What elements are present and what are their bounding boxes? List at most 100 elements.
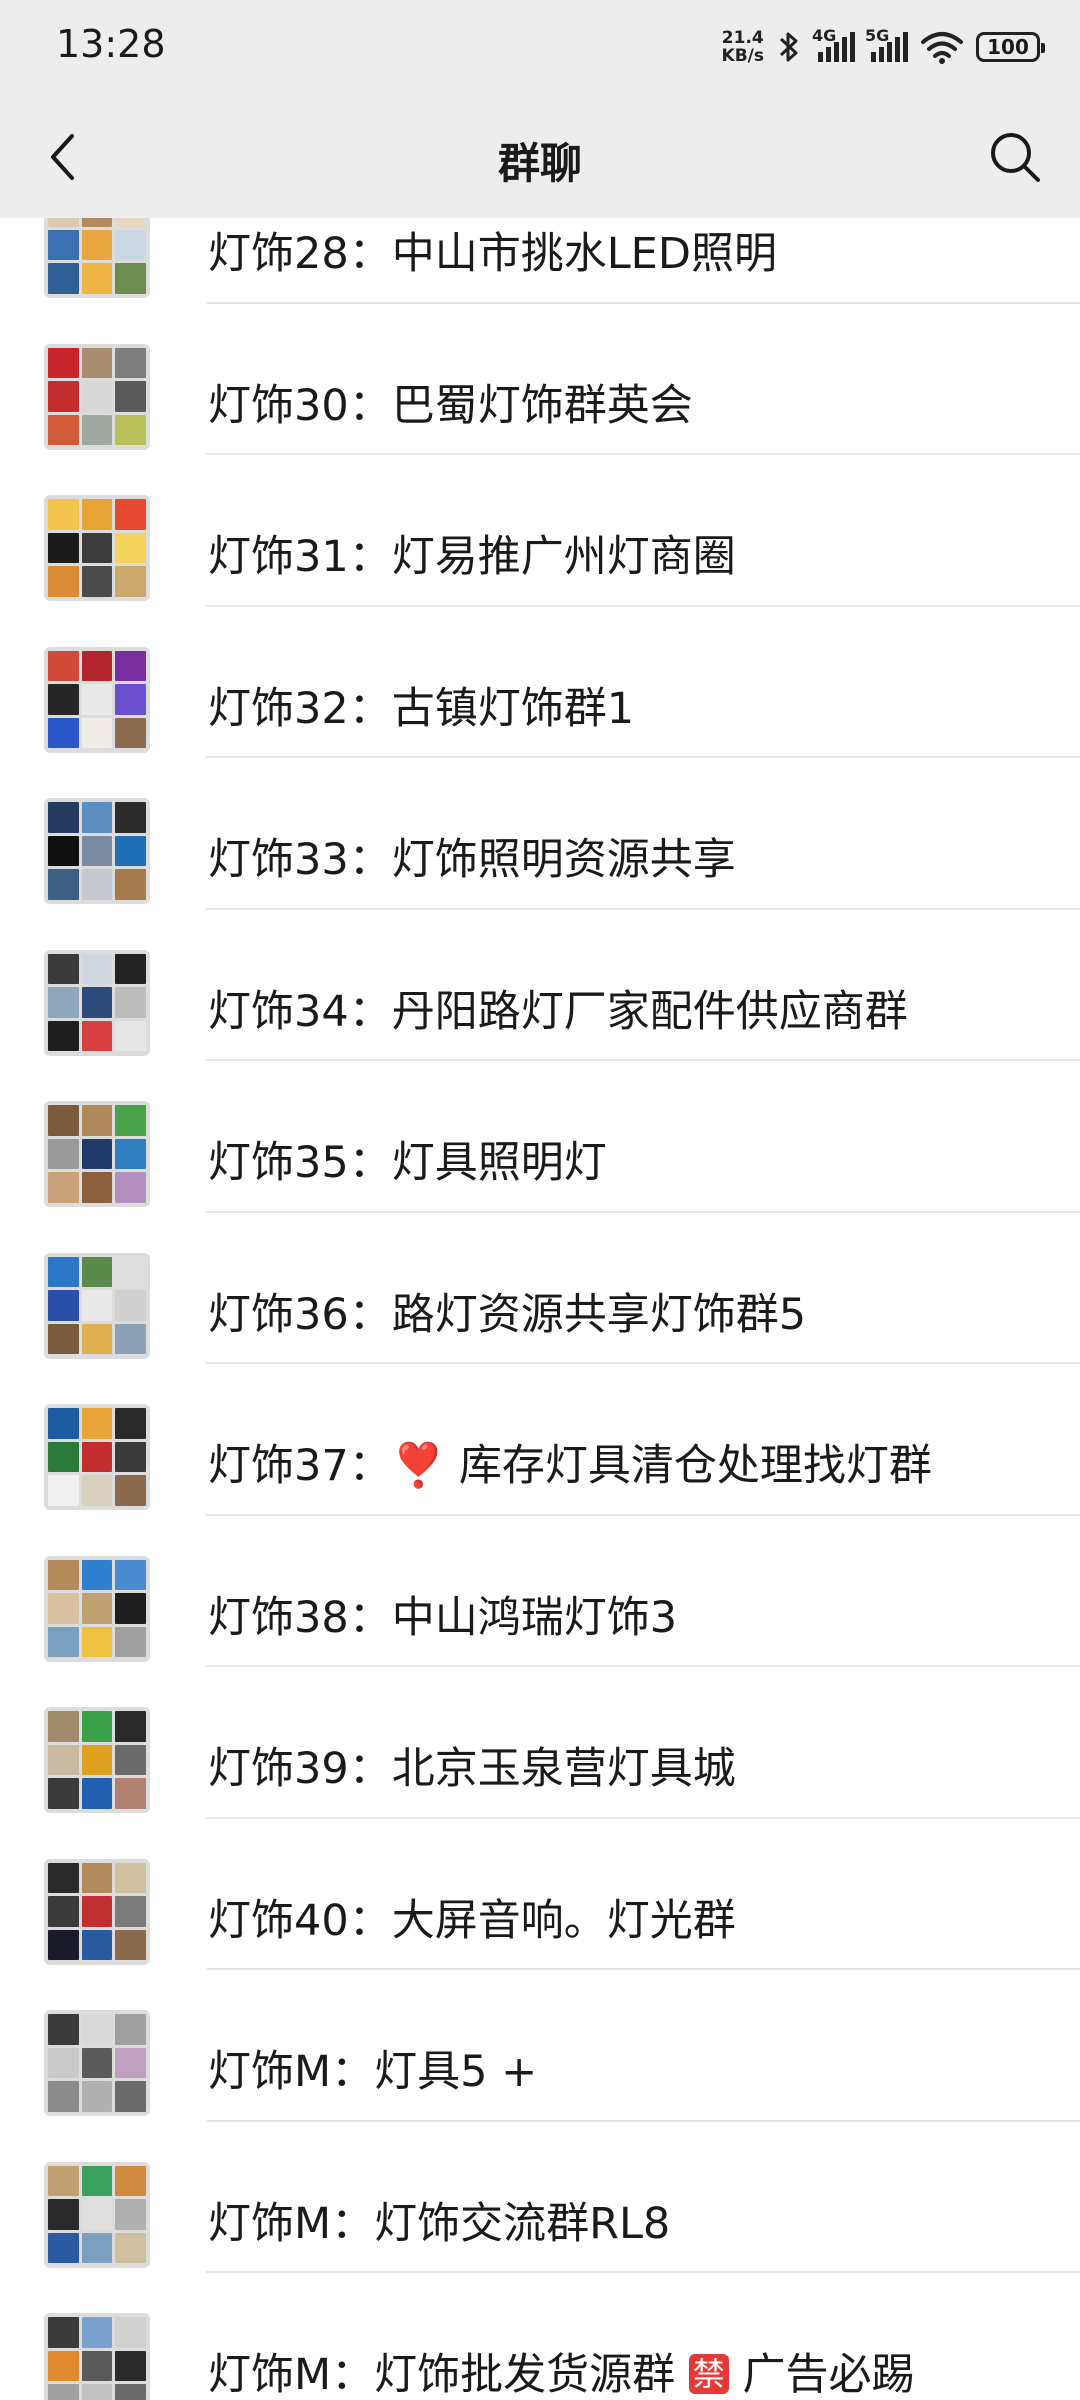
group-avatar-tile (81, 1896, 113, 1927)
group-chat-item[interactable]: 灯饰30：巴蜀灯饰群英会 (0, 303, 1080, 455)
nav-bar: 群聊 (0, 96, 1080, 218)
group-avatar-tile (48, 835, 79, 867)
search-button[interactable] (980, 122, 1050, 192)
group-avatar-tile (115, 1593, 146, 1624)
group-avatar-tile (48, 684, 79, 715)
group-avatar-tile (81, 2199, 113, 2230)
group-name-text: 灯饰34：丹阳路灯厂家配件供应商群 (208, 986, 908, 1037)
group-avatar (44, 2313, 150, 2400)
group-avatar-tile (115, 2081, 146, 2112)
group-avatar-tile (48, 1105, 79, 1136)
group-avatar-tile (48, 2232, 79, 2264)
group-avatar-tile (48, 229, 79, 261)
group-chat-item[interactable]: 灯饰M：灯具5 + (0, 1969, 1080, 2122)
status-time: 13:28 (56, 22, 166, 66)
group-chat-item[interactable]: 灯饰38：中山鸿瑞灯饰3 (0, 1515, 1080, 1667)
group-name: 灯饰36：路灯资源共享灯饰群5 (208, 1280, 806, 1342)
group-avatar-tile (48, 2199, 79, 2230)
group-avatar-tile (115, 2317, 146, 2348)
group-avatar-tile (48, 1626, 79, 1658)
group-chat-item[interactable]: 灯饰40：大屏音响。灯光群 (0, 1818, 1080, 1970)
group-chat-item[interactable]: 灯饰31：灯易推广州灯商圈 (0, 454, 1080, 607)
signal-5g-label: 5G (865, 26, 890, 45)
group-avatar-tile (81, 1441, 113, 1473)
group-avatar-tile (81, 987, 113, 1018)
group-avatar-tile (48, 953, 79, 985)
group-chat-item[interactable]: 灯饰M：灯饰批发货源群 禁 广告必踢 (0, 2272, 1080, 2400)
group-avatar-tile (48, 1138, 79, 1170)
group-chat-item[interactable]: 灯饰33：灯饰照明资源共享 (0, 757, 1080, 910)
group-avatar-tile (115, 229, 146, 261)
network-speed-value: 21.4 (721, 28, 764, 48)
group-avatar (44, 2161, 150, 2268)
group-avatar-tile (115, 1441, 146, 1473)
group-avatar-tile (48, 1020, 79, 1052)
group-avatar-tile (81, 1323, 113, 1355)
group-name: 灯饰30：巴蜀灯饰群英会 (208, 371, 693, 433)
group-name: 灯饰M：灯饰批发货源群 禁 广告必踢 (208, 2340, 914, 2400)
group-chat-item[interactable]: 灯饰28：中山市挑水LED照明 (0, 218, 1080, 304)
group-avatar-tile (48, 2014, 79, 2045)
status-bar: 13:28 21.4 KB/s 4G 5G 100 (0, 0, 1080, 96)
group-avatar-tile (81, 2350, 113, 2382)
group-avatar-tile (115, 1559, 146, 1591)
group-avatar-tile (48, 869, 79, 900)
network-speed: 21.4 KB/s (722, 29, 764, 65)
group-avatar-tile (81, 835, 113, 867)
group-chat-item[interactable]: 灯饰35：灯具照明灯 (0, 1060, 1080, 1213)
group-avatar-tile (81, 1408, 113, 1439)
group-avatar-tile (48, 1323, 79, 1355)
group-avatar-tile (115, 684, 146, 715)
group-chat-item[interactable]: 灯饰36：路灯资源共享灯饰群5 (0, 1212, 1080, 1364)
battery-icon: 100 (976, 32, 1045, 62)
group-chat-item[interactable]: 灯饰M：灯饰交流群RL8 (0, 2121, 1080, 2273)
group-avatar-tile (81, 347, 113, 379)
group-avatar-tile (48, 1408, 79, 1439)
group-name-text: 灯饰40：大屏音响。灯光群 (208, 1895, 736, 1946)
group-avatar-tile (81, 1929, 113, 1961)
group-chat-item[interactable]: 灯饰39：北京玉泉营灯具城 (0, 1666, 1080, 1819)
group-avatar-tile (115, 953, 146, 985)
group-name-text: 灯饰35：灯具照明灯 (208, 1138, 607, 1188)
group-name-text: 灯饰38：中山鸿瑞灯饰3 (208, 1592, 678, 1643)
group-avatar-tile (81, 1172, 113, 1203)
group-avatar-tile (48, 1711, 79, 1742)
group-avatar-tile (48, 2047, 79, 2079)
group-avatar-tile (81, 650, 113, 682)
group-avatar-tile (81, 1593, 113, 1624)
group-avatar-tile (115, 717, 146, 749)
group-chat-item[interactable]: 灯饰37：❣️ 库存灯具清仓处理找灯群 (0, 1363, 1080, 1516)
group-chat-item[interactable]: 灯饰34：丹阳路灯厂家配件供应商群 (0, 909, 1080, 1061)
group-avatar-tile (115, 381, 146, 412)
group-name: 灯饰37：❣️ 库存灯具清仓处理找灯群 (208, 1431, 932, 1493)
group-name: 灯饰M：灯具5 + (208, 2037, 537, 2099)
group-avatar-tile (48, 2384, 79, 2400)
group-avatar-tile (115, 218, 146, 227)
group-avatar-tile (81, 802, 113, 833)
group-avatar-tile (115, 1711, 146, 1742)
group-avatar-tile (81, 1559, 113, 1591)
signal-5g-icon: 5G (865, 26, 908, 62)
group-avatar-tile (48, 2081, 79, 2112)
group-avatar-tile (81, 953, 113, 985)
group-avatar-tile (115, 2165, 146, 2197)
group-name: 灯饰M：灯饰交流群RL8 (208, 2189, 670, 2251)
group-chat-item[interactable]: 灯饰32：古镇灯饰群1 (0, 606, 1080, 758)
group-chat-list[interactable]: 灯饰28：中山市挑水LED照明 灯饰30：巴蜀灯饰群英会 灯饰31：灯易推广州灯商圈… (0, 218, 1080, 2400)
group-avatar-tile (48, 1441, 79, 1473)
group-avatar-tile (81, 1626, 113, 1658)
group-avatar-tile (115, 2199, 146, 2230)
page-title: 群聊 (497, 139, 582, 188)
group-name-text: 灯饰30：巴蜀灯饰群英会 (208, 380, 693, 431)
group-avatar-tile (115, 1020, 146, 1052)
group-avatar-tile (115, 347, 146, 379)
group-name-text: 灯饰31：灯易推广州灯商圈 (208, 532, 736, 582)
group-name-text: 灯饰M：灯饰交流群RL8 (208, 2198, 671, 2249)
group-avatar (44, 1707, 150, 1813)
group-name-text: 灯饰28：中山市挑水LED照明 (208, 229, 777, 279)
group-name: 灯饰28：中山市挑水LED照明 (208, 219, 777, 281)
group-name: 灯饰40：大屏音响。灯光群 (208, 1886, 736, 1948)
group-avatar-tile (81, 263, 113, 294)
group-avatar-tile (48, 1172, 79, 1203)
group-avatar-tile (48, 1778, 79, 1809)
